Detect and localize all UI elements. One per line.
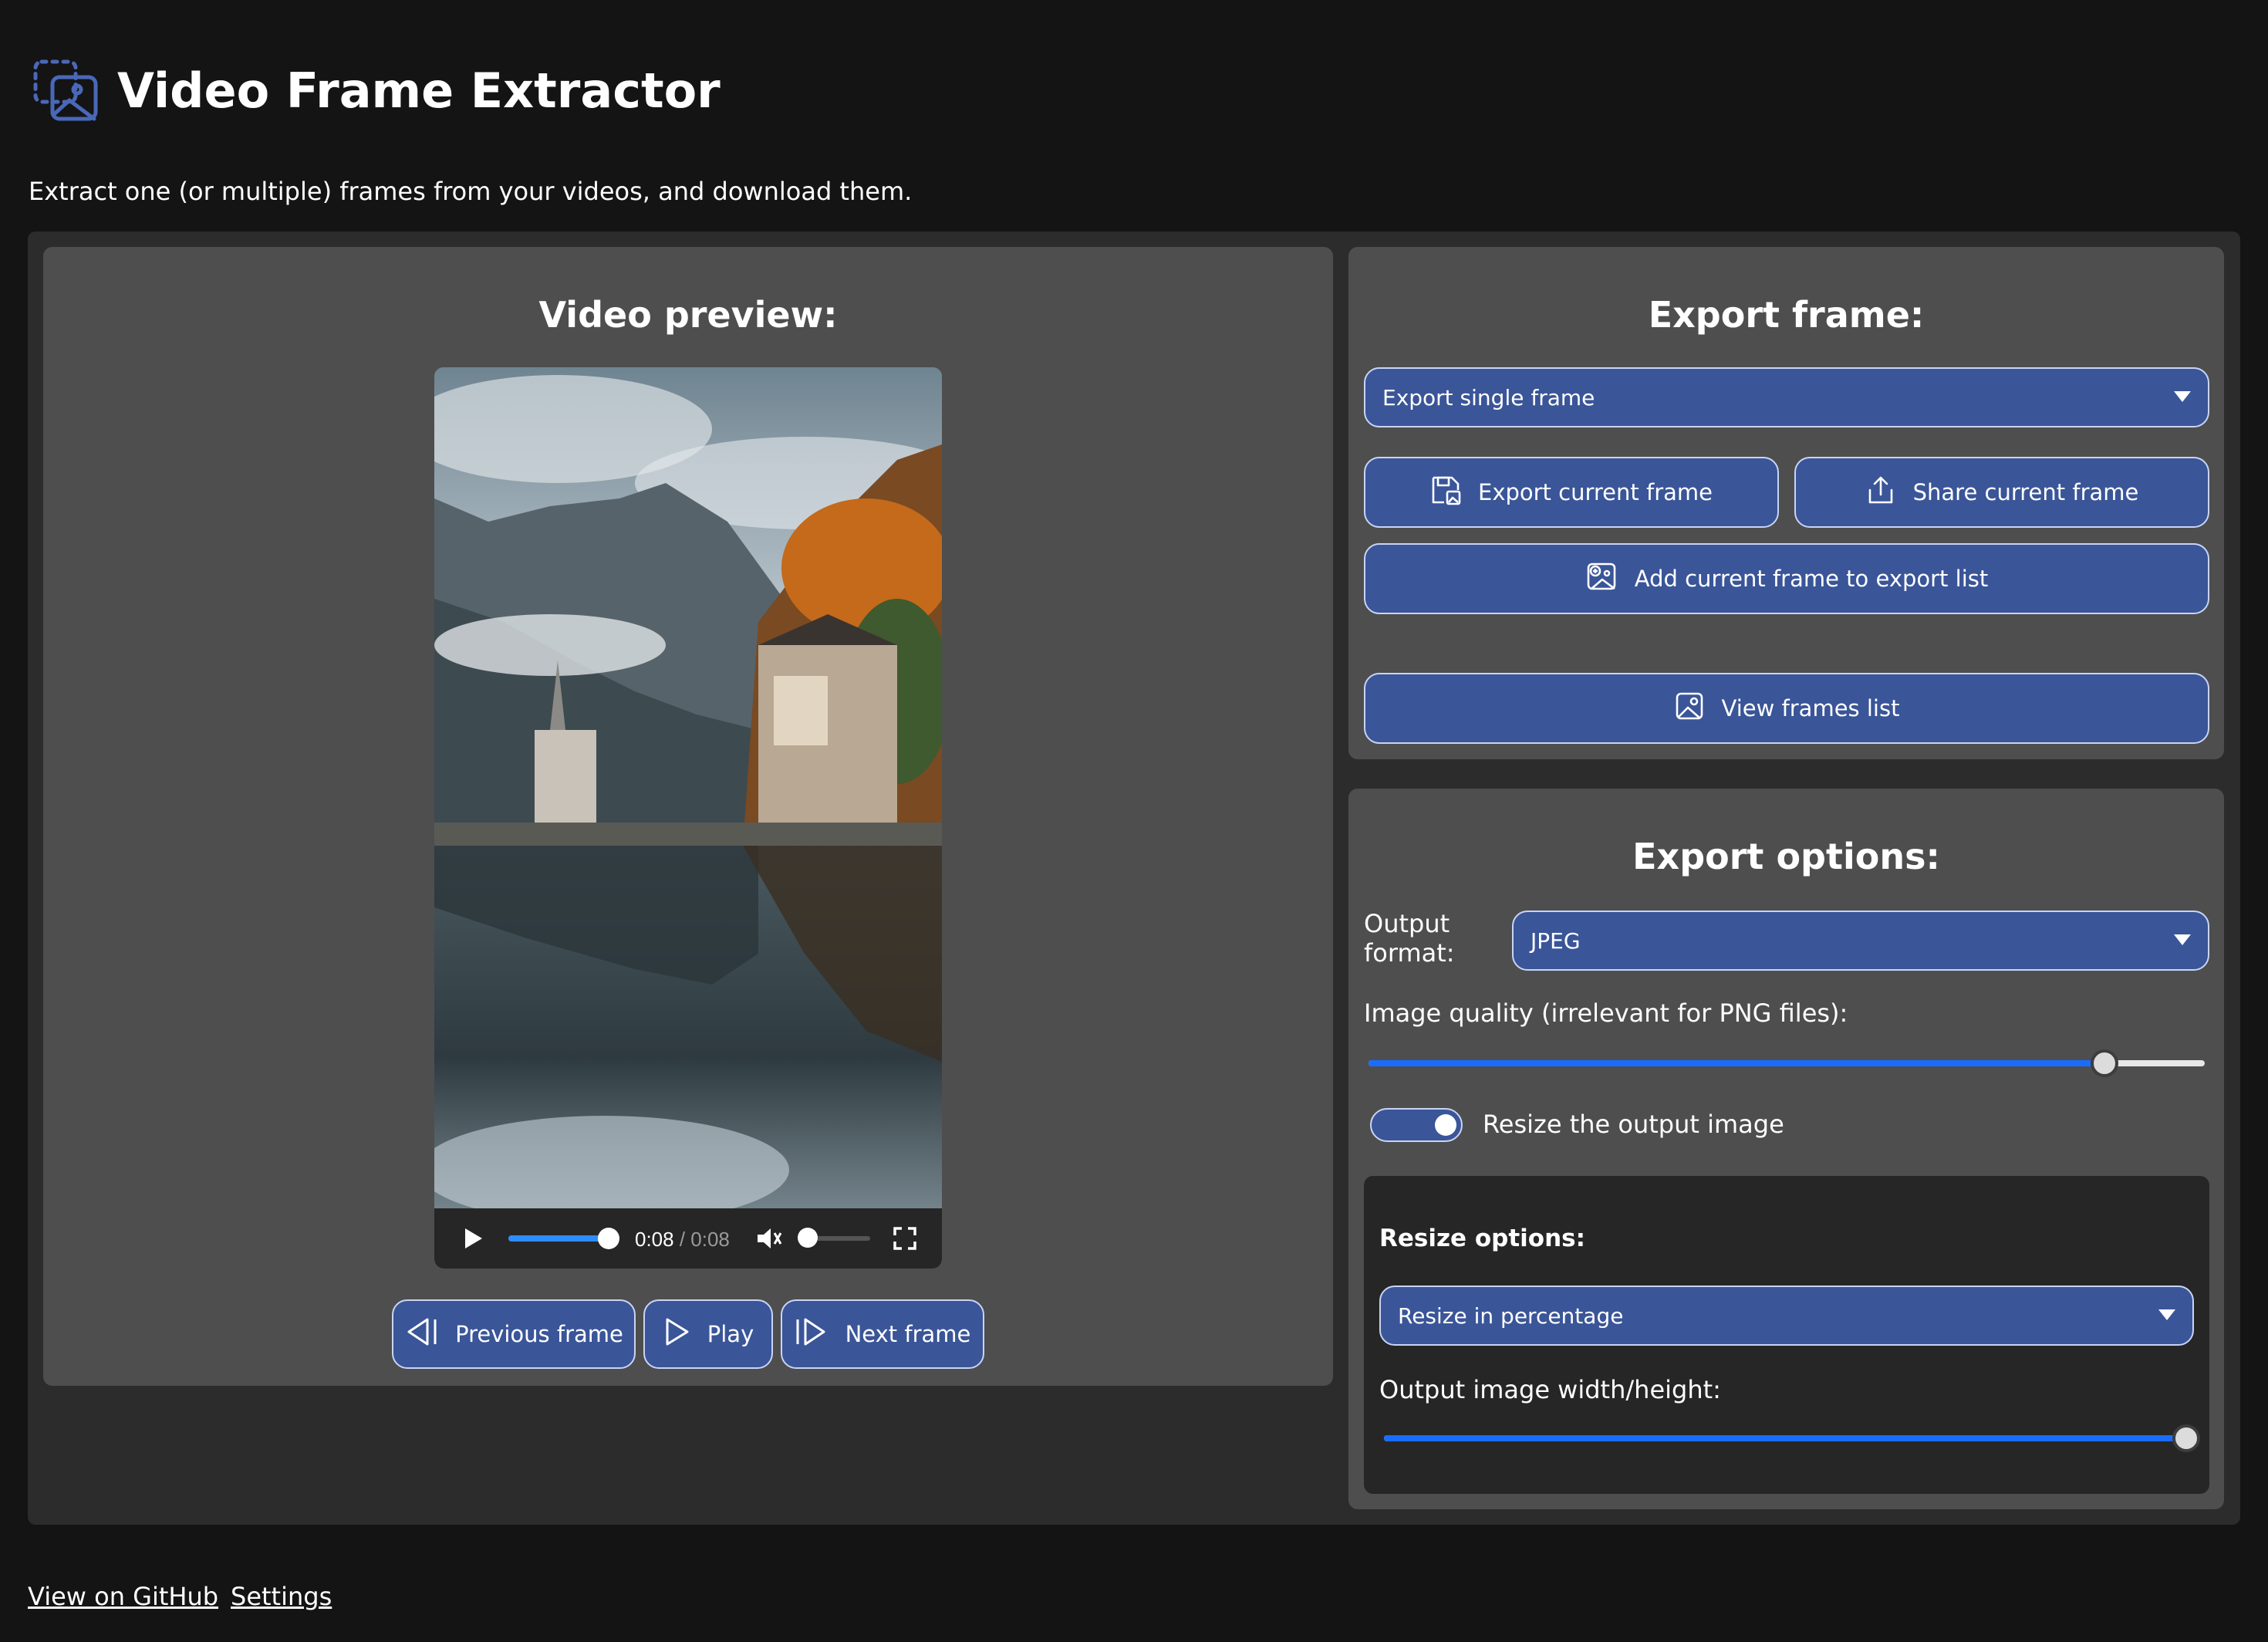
video-seek-bar[interactable]	[508, 1235, 609, 1242]
share-icon	[1865, 475, 1896, 511]
video-frame-image	[434, 367, 942, 1269]
video-player[interactable]	[434, 367, 942, 1269]
image-quality-slider[interactable]	[1369, 1060, 2205, 1066]
github-link[interactable]: View on GitHub	[28, 1582, 218, 1611]
output-format-select[interactable]: JPEG	[1512, 911, 2209, 971]
page-subtitle: Extract one (or multiple) frames from yo…	[29, 177, 913, 206]
fullscreen-icon[interactable]	[893, 1227, 916, 1250]
output-size-slider[interactable]	[1384, 1435, 2186, 1441]
output-size-thumb[interactable]	[2172, 1424, 2200, 1452]
chevron-down-icon	[2174, 391, 2191, 402]
resize-toggle[interactable]	[1370, 1108, 1463, 1142]
settings-link[interactable]: Settings	[231, 1582, 332, 1611]
video-preview-title: Video preview:	[538, 294, 838, 336]
chevron-down-icon	[2174, 934, 2191, 945]
output-format-label: Output format:	[1364, 909, 1455, 968]
output-size-label: Output image width/height:	[1379, 1375, 1721, 1404]
video-seek-thumb[interactable]	[598, 1228, 619, 1249]
volume-muted-icon[interactable]	[756, 1226, 782, 1251]
next-frame-button[interactable]: Next frame	[781, 1299, 984, 1369]
resize-options-title: Resize options:	[1379, 1225, 1585, 1252]
image-quality-label: Image quality (irrelevant for PNG files)…	[1364, 998, 1848, 1028]
chevron-down-icon	[2158, 1309, 2175, 1320]
play-outline-icon	[663, 1316, 690, 1353]
previous-frame-button[interactable]: Previous frame	[392, 1299, 636, 1369]
play-icon[interactable]	[461, 1227, 484, 1250]
export-options-title: Export options:	[1632, 836, 1940, 877]
share-current-frame-button[interactable]: Share current frame	[1794, 457, 2209, 528]
save-image-icon	[1430, 475, 1461, 511]
export-current-frame-button[interactable]: Export current frame	[1364, 457, 1779, 528]
export-mode-select[interactable]: Export single frame	[1364, 367, 2209, 427]
image-icon	[1674, 691, 1705, 727]
image-quality-thumb[interactable]	[2091, 1049, 2118, 1077]
export-frame-title: Export frame:	[1648, 294, 1925, 336]
resize-toggle-label: Resize the output image	[1483, 1110, 1784, 1139]
page-title: Video Frame Extractor	[117, 63, 721, 119]
resize-mode-select[interactable]: Resize in percentage	[1379, 1286, 2194, 1346]
view-frames-list-button[interactable]: View frames list	[1364, 673, 2209, 744]
add-image-icon	[1585, 561, 1618, 597]
app-logo-icon	[31, 57, 100, 122]
add-to-export-list-button[interactable]: Add current frame to export list	[1364, 543, 2209, 614]
next-frame-icon	[795, 1316, 829, 1353]
volume-thumb[interactable]	[798, 1228, 818, 1248]
resize-toggle-knob	[1435, 1114, 1456, 1136]
video-time-readout: 0:08 / 0:08	[635, 1228, 730, 1251]
play-button[interactable]: Play	[643, 1299, 773, 1369]
previous-frame-icon	[404, 1316, 438, 1353]
